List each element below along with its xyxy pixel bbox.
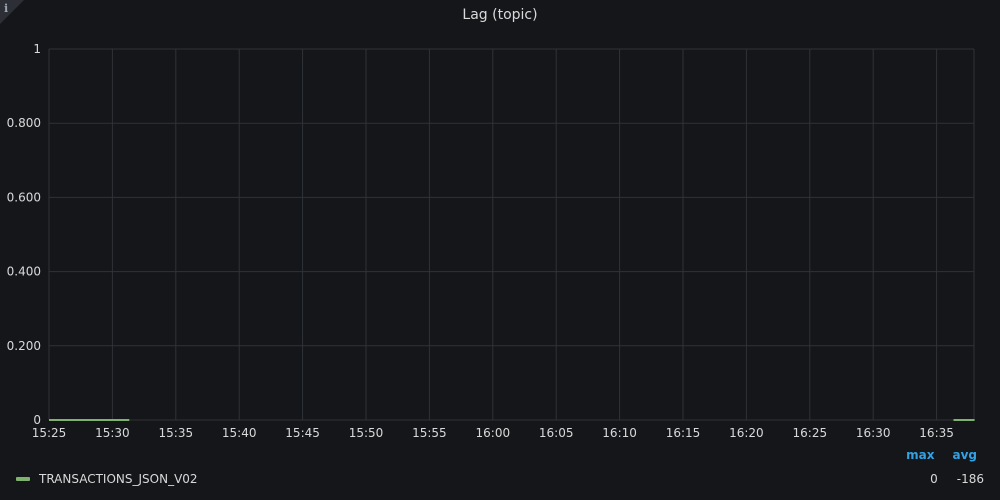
x-tick-label: 16:00 — [476, 426, 511, 440]
x-tick-label: 15:25 — [32, 426, 67, 440]
y-tick-label: 0 — [33, 413, 41, 427]
y-axis-ticks: 0 0.200 0.400 0.600 0.800 1 — [7, 42, 41, 427]
legend-header-avg[interactable]: avg — [952, 448, 977, 462]
x-tick-label: 16:30 — [856, 426, 891, 440]
x-tick-label: 15:45 — [285, 426, 320, 440]
x-tick-label: 15:55 — [412, 426, 447, 440]
x-tick-label: 16:05 — [539, 426, 574, 440]
legend-values: 0 -186 — [930, 472, 984, 486]
y-tick-label: 1 — [33, 42, 41, 56]
y-tick-label: 0.800 — [7, 116, 41, 130]
legend-header: max avg — [906, 448, 977, 462]
x-tick-label: 16:25 — [793, 426, 828, 440]
legend-max-value: 0 — [930, 472, 938, 486]
x-tick-label: 16:15 — [666, 426, 701, 440]
legend-swatch[interactable] — [16, 477, 30, 481]
legend-item[interactable]: TRANSACTIONS_JSON_V02 0 -186 — [16, 471, 984, 487]
chart-area: 00.2000.4000.6000.8001 15:25 15:30 15:35 15… — [7, 42, 975, 440]
legend-header-max[interactable]: max — [906, 448, 934, 462]
y-tick-label: 0.600 — [7, 190, 41, 204]
y-tick-label: 0.400 — [7, 265, 41, 279]
x-tick-label: 15:35 — [159, 426, 194, 440]
y-tick-label: 0.200 — [7, 339, 41, 353]
legend-avg-value: -186 — [956, 472, 984, 486]
graph-panel: i Lag (topic) 0 0.200 0.400 0.600 0.800 1 15:… — [0, 0, 1000, 500]
x-tick-label: 16:35 — [919, 426, 954, 440]
grid — [48, 48, 975, 421]
x-tick-label: 16:10 — [602, 426, 637, 440]
legend-series-name[interactable]: TRANSACTIONS_JSON_V02 — [39, 472, 930, 486]
x-tick-label: 16:20 — [729, 426, 764, 440]
x-tick-label: 15:30 — [95, 426, 130, 440]
x-axis-ticks: 15:25 15:30 15:35 15:40 15:45 15:50 15:55 16:00… — [32, 426, 954, 440]
x-tick-label: 15:40 — [222, 426, 257, 440]
x-tick-label: 15:50 — [349, 426, 384, 440]
